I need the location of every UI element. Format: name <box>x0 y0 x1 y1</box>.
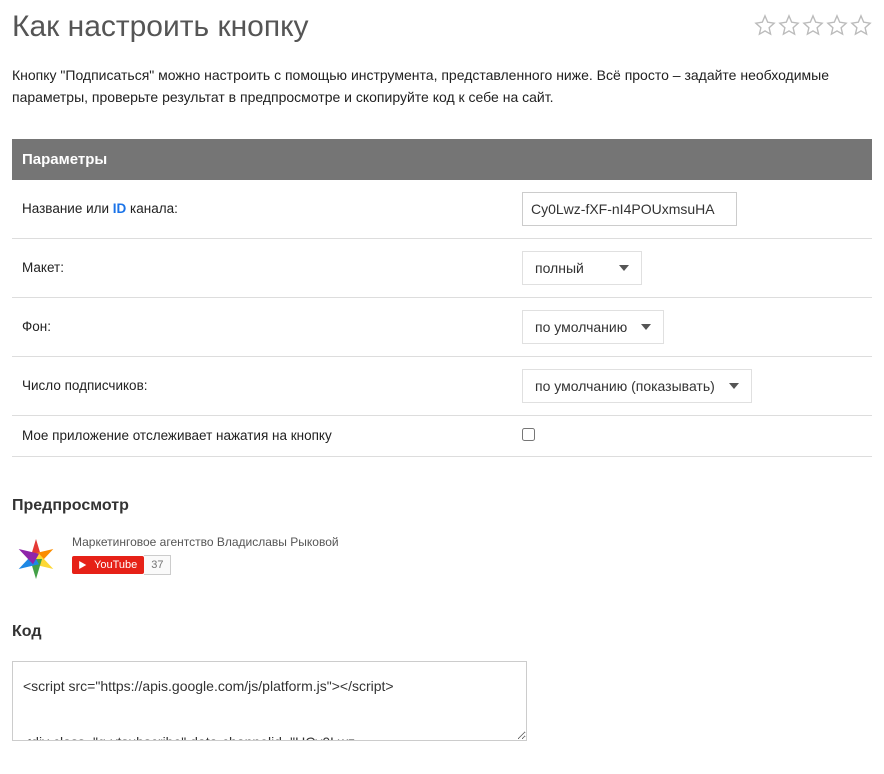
rating-stars[interactable] <box>754 14 872 36</box>
channel-id-link[interactable]: ID <box>113 201 127 216</box>
chevron-down-icon <box>619 265 629 271</box>
option-row-tracking: Мое приложение отслеживает нажатия на кн… <box>12 415 872 456</box>
chevron-down-icon <box>729 383 739 389</box>
code-title: Код <box>12 623 872 641</box>
count-select[interactable]: по умолчанию (показывать) <box>522 369 752 403</box>
option-row-layout: Макет: полный <box>12 238 872 297</box>
count-label: Число подписчиков: <box>12 356 512 415</box>
preview-title: Предпросмотр <box>12 497 872 515</box>
star-icon[interactable] <box>850 14 872 36</box>
subscriber-count: 37 <box>144 555 171 575</box>
tracking-checkbox[interactable] <box>522 428 535 441</box>
layout-label: Макет: <box>12 238 512 297</box>
chevron-down-icon <box>641 324 651 330</box>
star-icon[interactable] <box>802 14 824 36</box>
preview-widget: Маркетинговое агентство Владиславы Рыков… <box>12 535 872 583</box>
code-textarea[interactable] <box>12 661 527 741</box>
option-row-channel: Название или ID канала: <box>12 180 872 239</box>
channel-label-prefix: Название или <box>22 201 113 216</box>
intro-text: Кнопку "Подписаться" можно настроить с п… <box>12 64 872 109</box>
page-title: Как настроить кнопку <box>12 10 309 44</box>
theme-select-value: по умолчанию <box>535 319 627 335</box>
preview-section: Предпросмотр Маркетинговое агентство Вла… <box>12 497 872 583</box>
youtube-button-label: YouTube <box>94 559 137 571</box>
channel-label-suffix: канала: <box>126 201 178 216</box>
layout-select[interactable]: полный <box>522 251 642 285</box>
star-icon[interactable] <box>778 14 800 36</box>
channel-name: Маркетинговое агентство Владиславы Рыков… <box>72 535 339 549</box>
option-row-count: Число подписчиков: по умолчанию (показыв… <box>12 356 872 415</box>
option-row-theme: Фон: по умолчанию <box>12 297 872 356</box>
options-header: Параметры <box>12 139 872 180</box>
youtube-subscribe-button[interactable]: YouTube <box>72 556 144 574</box>
options-table: Параметры Название или ID канала: Макет:… <box>12 139 872 457</box>
code-section: Код <box>12 623 872 744</box>
star-icon[interactable] <box>826 14 848 36</box>
tracking-label: Мое приложение отслеживает нажатия на кн… <box>12 415 512 456</box>
theme-select[interactable]: по умолчанию <box>522 310 664 344</box>
star-icon[interactable] <box>754 14 776 36</box>
theme-label: Фон: <box>12 297 512 356</box>
count-select-value: по умолчанию (показывать) <box>535 378 715 394</box>
layout-select-value: полный <box>535 260 584 276</box>
channel-input[interactable] <box>522 192 737 226</box>
channel-label: Название или ID канала: <box>12 180 512 239</box>
channel-avatar <box>12 535 60 583</box>
play-icon <box>79 561 90 569</box>
